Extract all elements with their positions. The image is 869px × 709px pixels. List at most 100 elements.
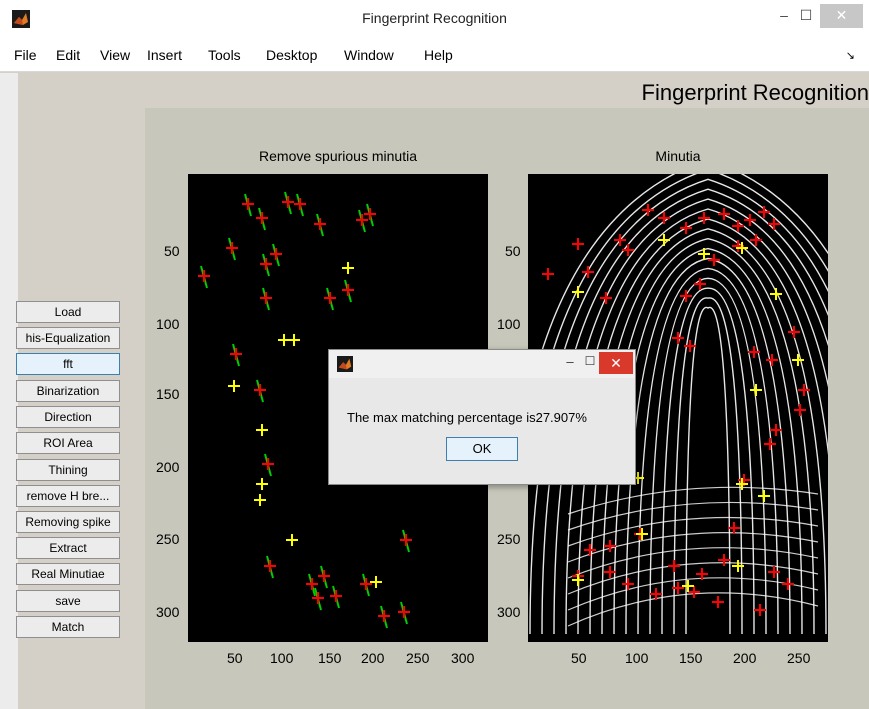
red-minutia-marker	[260, 292, 272, 304]
window-title: Fingerprint Recognition	[362, 10, 507, 26]
matlab-logo-icon	[337, 356, 353, 372]
ok-button[interactable]: OK	[446, 437, 518, 461]
yellow-minutia-marker	[342, 262, 354, 274]
red-minutia-marker	[708, 254, 720, 266]
red-minutia-marker	[398, 606, 410, 618]
red-minutia-marker	[604, 540, 616, 552]
fft-button[interactable]: fft	[16, 353, 120, 375]
right-xtick: 50	[571, 650, 587, 666]
left-ytick: 250	[156, 531, 180, 547]
red-minutia-marker	[226, 242, 238, 254]
red-minutia-marker	[342, 284, 354, 296]
dialog-minimize-button[interactable]: –	[561, 354, 579, 372]
right-ytick: 300	[497, 604, 521, 620]
match-button[interactable]: Match	[16, 616, 120, 638]
ridge-line	[673, 297, 743, 635]
red-minutia-marker	[754, 604, 766, 616]
menu-help[interactable]: Help	[424, 47, 453, 63]
dialog-maximize-button[interactable]: ☐	[581, 354, 599, 372]
menu-desktop[interactable]: Desktop	[266, 47, 317, 63]
red-minutia-marker	[256, 212, 268, 224]
left-xtick: 300	[451, 650, 475, 666]
red-minutia-marker	[230, 348, 242, 360]
right-xtick: 150	[679, 650, 703, 666]
save-button[interactable]: save	[16, 590, 120, 612]
app-window: Fingerprint Recognition – ☐ ✕ File Edit …	[0, 0, 869, 709]
left-xtick: 250	[406, 650, 430, 666]
red-minutia-marker	[378, 610, 390, 622]
red-minutia-marker	[744, 214, 756, 226]
red-minutia-marker	[712, 596, 724, 608]
red-minutia-marker	[264, 560, 276, 572]
binarization-button[interactable]: Binarization	[16, 380, 120, 402]
right-ytick: 50	[505, 243, 521, 259]
yellow-minutia-marker	[256, 478, 268, 490]
red-minutia-marker	[584, 544, 596, 556]
real-minutiae-button[interactable]: Real Minutiae	[16, 563, 120, 585]
red-minutia-marker	[668, 560, 680, 572]
maximize-button[interactable]: ☐	[796, 4, 816, 28]
right-ytick: 100	[497, 316, 521, 332]
dock-arrow-icon[interactable]: ↘	[846, 49, 855, 62]
left-xtick: 150	[318, 650, 342, 666]
red-minutia-marker	[572, 238, 584, 250]
left-plot-title: Remove spurious minutia	[259, 148, 417, 164]
ridge-line	[649, 277, 767, 635]
dialog-title-bar[interactable]: – ☐ ✕	[329, 350, 635, 378]
ridge-line	[661, 287, 755, 635]
yellow-minutia-marker	[636, 528, 648, 540]
yellow-minutia-marker	[770, 288, 782, 300]
dialog-close-button[interactable]: ✕	[599, 352, 633, 374]
load-button[interactable]: Load	[16, 301, 120, 323]
red-minutia-marker	[688, 586, 700, 598]
direction-button[interactable]: Direction	[16, 406, 120, 428]
yellow-minutia-marker	[750, 384, 762, 396]
red-minutia-marker	[788, 326, 800, 338]
right-plot-title: Minutia	[655, 148, 701, 164]
his-equalization-button[interactable]: his-Equalization	[16, 327, 120, 349]
red-minutia-marker	[764, 438, 776, 450]
ridge-line	[567, 532, 819, 563]
removing-spike-button[interactable]: Removing spike	[16, 511, 120, 533]
dialog-message: The max matching percentage is27.907%	[347, 410, 587, 425]
remove-h-break-button[interactable]: remove H bre...	[16, 485, 120, 507]
red-minutia-marker	[306, 578, 318, 590]
extract-button[interactable]: Extract	[16, 537, 120, 559]
left-ytick: 200	[156, 459, 180, 475]
red-minutia-marker	[642, 204, 654, 216]
red-minutia-marker	[782, 578, 794, 590]
red-minutia-marker	[680, 222, 692, 234]
yellow-minutia-marker	[758, 490, 770, 502]
menu-bar: File Edit View Insert Tools Desktop Wind…	[0, 38, 869, 72]
yellow-minutia-marker	[682, 580, 694, 592]
menu-file[interactable]: File	[14, 47, 37, 63]
figure-header-title: Fingerprint Recognition	[641, 80, 869, 105]
menu-edit[interactable]: Edit	[56, 47, 80, 63]
red-minutia-marker	[768, 218, 780, 230]
red-minutia-marker	[242, 198, 254, 210]
red-minutia-marker	[794, 404, 806, 416]
thining-button[interactable]: Thining	[16, 459, 120, 481]
red-minutia-marker	[600, 292, 612, 304]
red-minutia-marker	[542, 268, 554, 280]
red-minutia-marker	[260, 258, 272, 270]
left-xtick: 100	[270, 650, 294, 666]
red-minutia-marker	[262, 458, 274, 470]
red-minutia-marker	[718, 208, 730, 220]
menu-view[interactable]: View	[100, 47, 130, 63]
minimize-button[interactable]: –	[774, 4, 794, 28]
red-minutia-marker	[766, 354, 778, 366]
roi-area-button[interactable]: ROI Area	[16, 432, 120, 454]
menu-tools[interactable]: Tools	[208, 47, 241, 63]
red-minutia-marker	[282, 196, 294, 208]
yellow-minutia-marker	[228, 380, 240, 392]
red-minutia-marker	[254, 384, 266, 396]
menu-insert[interactable]: Insert	[147, 47, 182, 63]
red-minutia-marker	[680, 290, 692, 302]
menu-window[interactable]: Window	[344, 47, 394, 63]
close-button[interactable]: ✕	[820, 4, 863, 28]
yellow-minutia-marker	[288, 334, 300, 346]
left-ytick: 100	[156, 316, 180, 332]
red-minutia-marker	[582, 266, 594, 278]
yellow-minutia-marker	[256, 424, 268, 436]
